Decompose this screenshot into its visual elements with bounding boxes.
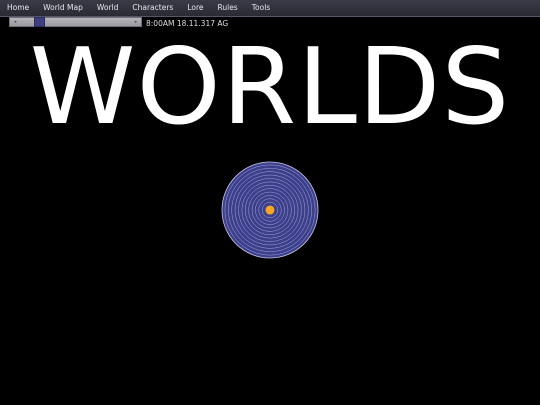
nav-lore[interactable]: Lore	[180, 0, 210, 16]
nav-world[interactable]: World	[90, 0, 126, 16]
orbit-map[interactable]	[221, 161, 319, 259]
nav-characters[interactable]: Characters	[125, 0, 180, 16]
page-title: WORLDS	[29, 26, 511, 148]
nav-home[interactable]: Home	[0, 0, 36, 16]
nav-tools[interactable]: Tools	[245, 0, 277, 16]
nav-rules[interactable]: Rules	[210, 0, 244, 16]
slider-left-arrow-icon[interactable]: ◂	[11, 18, 19, 26]
star-icon[interactable]	[265, 205, 275, 215]
top-nav-bar: Home World Map World Characters Lore Rul…	[0, 0, 540, 17]
slider-right-arrow-icon[interactable]: ▸	[132, 18, 140, 26]
nav-world-map[interactable]: World Map	[36, 0, 90, 16]
